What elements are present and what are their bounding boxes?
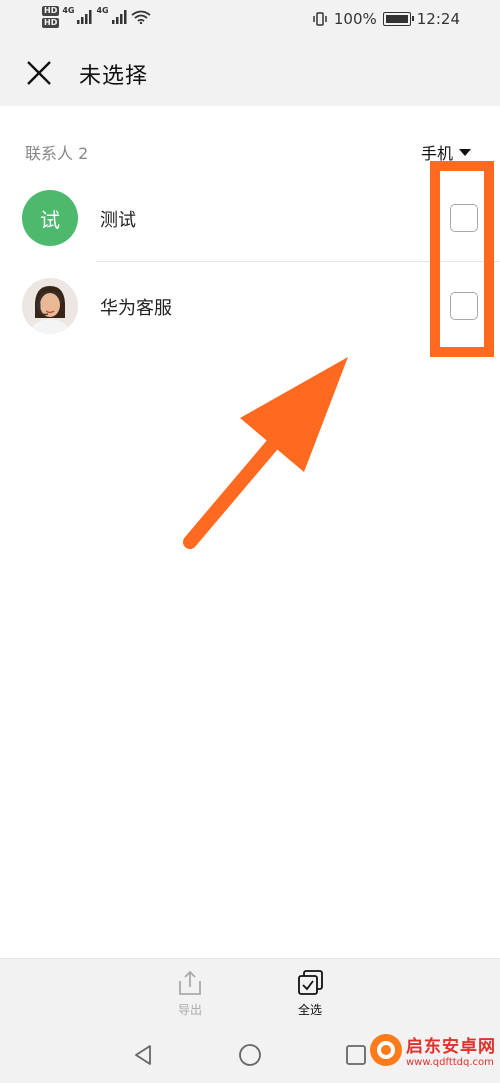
- export-label: 导出: [177, 1003, 202, 1017]
- contact-row[interactable]: 华为客服: [0, 262, 500, 350]
- wifi-icon: [131, 10, 151, 24]
- avatar: 试: [22, 190, 78, 246]
- app-header: 未选择: [0, 40, 500, 106]
- nav-back-button[interactable]: [130, 1042, 156, 1068]
- select-all-label: 全选: [297, 1003, 322, 1017]
- nav-recent-button[interactable]: [343, 1042, 369, 1068]
- caret-down-icon: [459, 148, 472, 156]
- close-button[interactable]: [22, 58, 56, 88]
- bottom-action-bar: 导出 全选: [0, 958, 500, 1028]
- page-title: 未选择: [79, 64, 149, 89]
- watermark: 启东安卓网 www.qdfttdq.com: [370, 1020, 498, 1080]
- recent-square-icon: [346, 1045, 366, 1065]
- network-type: 4G: [96, 6, 109, 15]
- select-all-icon: [298, 970, 323, 995]
- select-all-button[interactable]: 全选: [280, 969, 340, 1018]
- annotation-highlight-box: [430, 161, 494, 357]
- export-icon: [179, 970, 201, 995]
- close-icon: [27, 61, 51, 85]
- nav-home-button[interactable]: [237, 1042, 263, 1068]
- status-left: HD HD 4G 4G: [42, 6, 151, 28]
- home-circle-icon: [239, 1044, 261, 1066]
- vibrate-icon: [313, 12, 327, 26]
- watermark-logo-icon: [370, 1034, 402, 1066]
- contact-name: 华为客服: [100, 298, 172, 319]
- hd-badge: HD: [42, 18, 60, 28]
- hd-badge: HD: [42, 6, 60, 16]
- signal-icon: [111, 10, 127, 24]
- contact-row[interactable]: 试 测试: [0, 174, 500, 262]
- status-bar: HD HD 4G 4G 100% 12:24: [0, 0, 500, 40]
- watermark-url: www.qdfttdq.com: [406, 1057, 494, 1068]
- avatar-letter: 试: [40, 207, 60, 232]
- contact-name: 测试: [100, 210, 136, 231]
- export-button[interactable]: 导出: [160, 969, 220, 1018]
- back-triangle-icon: [135, 1045, 151, 1065]
- customer-service-avatar-icon: [22, 278, 78, 334]
- watermark-text: 启东安卓网 www.qdfttdq.com: [406, 1032, 496, 1068]
- battery-icon: [382, 12, 414, 26]
- avatar: [22, 278, 78, 334]
- signal-icon: [77, 10, 92, 24]
- watermark-title: 启东安卓网: [406, 1037, 496, 1057]
- contact-count-label: 联系人 2: [25, 144, 89, 163]
- hd-stack: HD HD: [42, 6, 60, 28]
- status-right: 100% 12:24: [312, 10, 460, 28]
- network-type: 4G: [62, 6, 75, 15]
- battery-percent: 100%: [333, 10, 377, 28]
- status-time: 12:24: [416, 10, 460, 28]
- contacts-section-header: 联系人 2 手机: [0, 130, 500, 170]
